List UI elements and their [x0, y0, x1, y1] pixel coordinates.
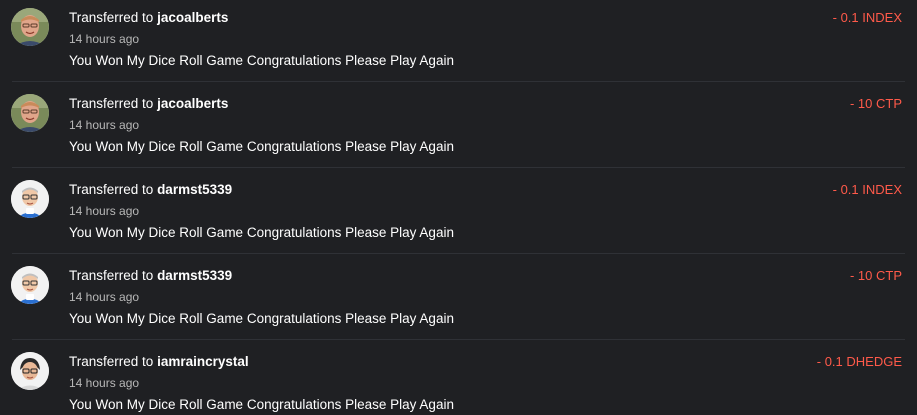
- transfer-feed: Transferred to jacoalberts 14 hours ago …: [0, 0, 917, 415]
- cartoon-avatar-icon: [11, 180, 49, 218]
- avatar[interactable]: [11, 94, 49, 132]
- cartoon-avatar-icon: [11, 266, 49, 304]
- avatar[interactable]: [11, 180, 49, 218]
- transfer-title: Transferred to darmst5339: [69, 182, 232, 198]
- list-item: Transferred to darmst5339 14 hours ago Y…: [0, 168, 917, 254]
- timestamp: 14 hours ago: [69, 32, 140, 46]
- timestamp: 14 hours ago: [69, 290, 140, 304]
- recipient-username[interactable]: jacoalberts: [157, 96, 228, 111]
- transfer-prefix: Transferred to: [69, 354, 154, 369]
- timestamp: 14 hours ago: [69, 204, 140, 218]
- transfer-memo: You Won My Dice Roll Game Congratulation…: [69, 139, 454, 154]
- transfer-prefix: Transferred to: [69, 268, 154, 283]
- transfer-title: Transferred to iamraincrystal: [69, 354, 249, 370]
- transfer-title: Transferred to darmst5339: [69, 268, 232, 284]
- photo-avatar-icon: [11, 8, 49, 46]
- transfer-amount: - 10 CTP: [849, 268, 902, 283]
- transfer-amount: - 10 CTP: [849, 96, 902, 111]
- list-item: Transferred to jacoalberts 14 hours ago …: [0, 82, 917, 168]
- timestamp: 14 hours ago: [69, 118, 140, 132]
- avatar[interactable]: [11, 352, 49, 390]
- transfer-title: Transferred to jacoalberts: [69, 96, 228, 112]
- transfer-memo: You Won My Dice Roll Game Congratulation…: [69, 397, 454, 412]
- transfer-prefix: Transferred to: [69, 96, 154, 111]
- timestamp: 14 hours ago: [69, 376, 140, 390]
- recipient-username[interactable]: iamraincrystal: [157, 354, 249, 369]
- transfer-prefix: Transferred to: [69, 182, 154, 197]
- avatar[interactable]: [11, 8, 49, 46]
- transfer-memo: You Won My Dice Roll Game Congratulation…: [69, 53, 454, 68]
- transfer-amount: - 0.1 INDEX: [832, 10, 902, 25]
- avatar[interactable]: [11, 266, 49, 304]
- recipient-username[interactable]: darmst5339: [157, 182, 232, 197]
- transfer-amount: - 0.1 DHEDGE: [816, 354, 902, 369]
- transfer-memo: You Won My Dice Roll Game Congratulation…: [69, 225, 454, 240]
- recipient-username[interactable]: jacoalberts: [157, 10, 228, 25]
- photo-avatar-icon: [11, 94, 49, 132]
- transfer-memo: You Won My Dice Roll Game Congratulation…: [69, 311, 454, 326]
- list-item: Transferred to iamraincrystal 14 hours a…: [0, 340, 917, 415]
- cartoon-avatar-icon: [11, 352, 49, 390]
- list-item: Transferred to jacoalberts 14 hours ago …: [0, 0, 917, 82]
- transfer-title: Transferred to jacoalberts: [69, 10, 228, 26]
- transfer-amount: - 0.1 INDEX: [832, 182, 902, 197]
- recipient-username[interactable]: darmst5339: [157, 268, 232, 283]
- transfer-prefix: Transferred to: [69, 10, 154, 25]
- list-item: Transferred to darmst5339 14 hours ago Y…: [0, 254, 917, 340]
